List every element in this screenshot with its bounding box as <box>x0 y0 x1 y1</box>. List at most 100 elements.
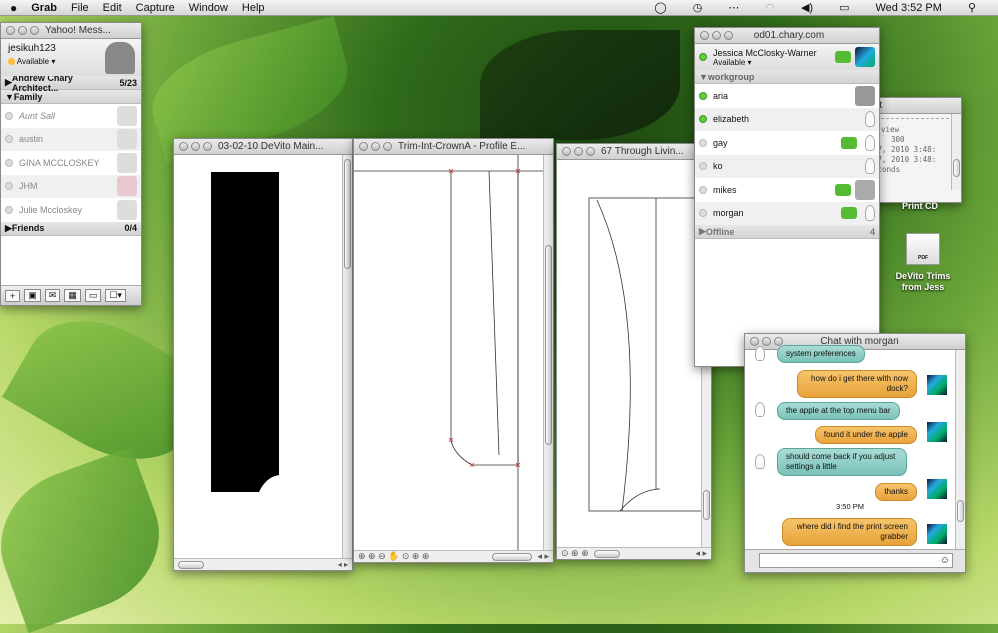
buddy-row[interactable]: gay <box>695 131 879 155</box>
contact-row[interactable]: Aunt Sall <box>1 104 141 128</box>
window-controls[interactable] <box>6 26 39 35</box>
window-controls[interactable] <box>359 142 392 151</box>
menu-window[interactable]: Window <box>189 2 228 14</box>
add-contact-button[interactable]: + <box>5 289 21 302</box>
title-bar[interactable]: 67 Through Livin... <box>557 144 711 160</box>
avatar <box>117 176 137 197</box>
smiley-icon[interactable]: ☺ <box>940 555 950 566</box>
horizontal-scrollbar[interactable]: ◂ ▸ <box>174 558 352 570</box>
yahoo-messenger-window: Yahoo! Mess... jesikuh123 Available ▾ ▶ … <box>0 22 142 306</box>
menu-help[interactable]: Help <box>242 2 265 14</box>
spotlight-icon[interactable]: ⚲ <box>968 1 976 14</box>
window-controls[interactable] <box>750 337 783 346</box>
document-window-67-through-living: 67 Through Livin... ⊙ ⊕ ⊕ ◂ ▸ <box>556 143 712 560</box>
video-camera-icon[interactable] <box>835 183 851 196</box>
menu-file[interactable]: File <box>71 2 89 14</box>
clock[interactable]: Wed 3:52 PM <box>875 2 941 14</box>
call-button[interactable]: ☐▾ <box>105 289 126 302</box>
pdf-file-icon[interactable]: PDF <box>906 233 940 265</box>
menu-capture[interactable]: Capture <box>136 2 175 14</box>
group-andrew-chary[interactable]: ▶ Andrew Chary Architect... 5/23 <box>1 73 141 93</box>
lightbulb-icon <box>755 454 765 469</box>
time-machine-icon[interactable]: ◷ <box>693 1 703 14</box>
lightbulb-icon <box>865 111 875 128</box>
timestamp: 3:50 PM <box>836 502 864 511</box>
zoom-toolbar[interactable]: ⊕ ⊕ ⊖ ✋ ⊙ ⊕ ⊕ ◂ ▸ <box>354 550 553 562</box>
account-name: Jessica McClosky-Warner <box>713 47 817 58</box>
group-offline[interactable]: ▶ Offline 4 <box>695 225 879 239</box>
lightbulb-icon <box>865 158 875 175</box>
sms-button[interactable]: ▭ <box>84 289 102 302</box>
profile-drawing <box>588 197 703 512</box>
avatar <box>117 129 137 150</box>
title-bar[interactable]: od01.chary.com <box>695 28 879 44</box>
group-workgroup[interactable]: ▼ workgroup <box>695 70 879 84</box>
title-bar[interactable]: rt <box>871 98 961 114</box>
message-received: should come back if you adjust settings … <box>777 448 907 476</box>
toolbar: + ▣ ✉ ▦ ▭ ☐▾ <box>1 285 141 305</box>
window-title: od01.chary.com <box>753 30 825 41</box>
buddy-row[interactable]: elizabeth <box>695 107 879 131</box>
status-selector[interactable]: Available ▾ <box>713 58 817 67</box>
message-sent: how do i get there with now dock? <box>797 370 917 398</box>
ichat-buddy-list: od01.chary.com Jessica McClosky-Warner Av… <box>694 27 880 367</box>
bluetooth-icon[interactable]: ⋯ <box>728 1 739 14</box>
message-received: the apple at the top menu bar <box>777 402 900 420</box>
vertical-scrollbar[interactable] <box>342 155 352 558</box>
mail-button[interactable]: ✉ <box>44 289 61 302</box>
message-sent: found it under the apple <box>814 426 917 444</box>
avatar <box>927 375 947 395</box>
window-controls[interactable] <box>179 142 212 151</box>
window-controls[interactable] <box>700 31 733 40</box>
message-input[interactable]: ☺ <box>759 553 953 568</box>
video-camera-icon[interactable] <box>841 136 857 149</box>
contact-row[interactable]: GINA MCCLOSKEY <box>1 151 141 175</box>
contact-row[interactable]: JHM <box>1 174 141 198</box>
print-cd-label[interactable]: Print CD <box>890 201 950 211</box>
window-controls[interactable] <box>562 147 595 156</box>
avatar <box>927 479 947 499</box>
avatar <box>117 199 137 220</box>
title-bar[interactable]: 03-02-10 DeVito Main... <box>174 139 352 155</box>
message-received: system preferences <box>777 345 865 363</box>
lightbulb-icon <box>755 402 765 417</box>
apple-menu[interactable]: ● <box>10 1 17 15</box>
message-sent: where did i find the print screen grabbe… <box>782 518 917 546</box>
avatar[interactable] <box>105 42 135 74</box>
video-camera-icon[interactable] <box>841 207 857 220</box>
buddy-row[interactable]: mikes <box>695 178 879 202</box>
contact-row[interactable]: Julie Mccloskey <box>1 198 141 222</box>
menu-grab[interactable]: Grab <box>31 2 57 14</box>
buddy-list: aria elizabeth gay ko mikes morgan <box>695 84 879 225</box>
family-list: Aunt Sall austin GINA MCCLOSKEY JHM Juli… <box>1 104 141 222</box>
avatar <box>855 179 875 200</box>
profile-drawing <box>354 155 545 552</box>
wifi-icon[interactable]: ◠ <box>765 1 775 14</box>
title-bar[interactable]: Trim-Int-CrownA - Profile E... <box>354 139 553 155</box>
menu-edit[interactable]: Edit <box>103 2 122 14</box>
apps-button[interactable]: ▦ <box>64 289 81 302</box>
message-sent: thanks <box>875 483 917 501</box>
vertical-scrollbar[interactable] <box>955 350 965 549</box>
buddy-row[interactable]: morgan <box>695 201 879 225</box>
chat-button[interactable]: ▣ <box>24 289 41 302</box>
volume-icon[interactable]: ◀) <box>801 1 813 14</box>
compose-bar: ☺ <box>745 549 965 572</box>
contact-row[interactable]: austin <box>1 127 141 151</box>
zoom-toolbar[interactable]: ⊙ ⊕ ⊕ ◂ ▸ <box>557 547 711 559</box>
buddy-row[interactable]: ko <box>695 154 879 178</box>
vertical-scrollbar[interactable] <box>951 114 961 190</box>
buddy-row[interactable]: aria <box>695 84 879 108</box>
log-window: rt view30017, 2010 3:48:17, 2010 3:48:ec… <box>870 97 962 203</box>
ichat-status-icon[interactable]: ◯ <box>654 1 666 14</box>
status-dot-icon <box>8 58 15 66</box>
battery-icon[interactable]: ▭ <box>839 1 849 14</box>
pdf-file-label[interactable]: DeVito Trims from Jess <box>885 271 961 293</box>
avatar <box>927 524 947 544</box>
video-camera-icon[interactable] <box>835 51 851 63</box>
title-bar[interactable]: Yahoo! Mess... <box>1 23 141 39</box>
vertical-scrollbar[interactable] <box>543 155 553 550</box>
wallpaper-leaf <box>0 446 180 633</box>
group-friends[interactable]: ▶ Friends 0/4 <box>1 221 141 236</box>
avatar <box>117 152 137 173</box>
